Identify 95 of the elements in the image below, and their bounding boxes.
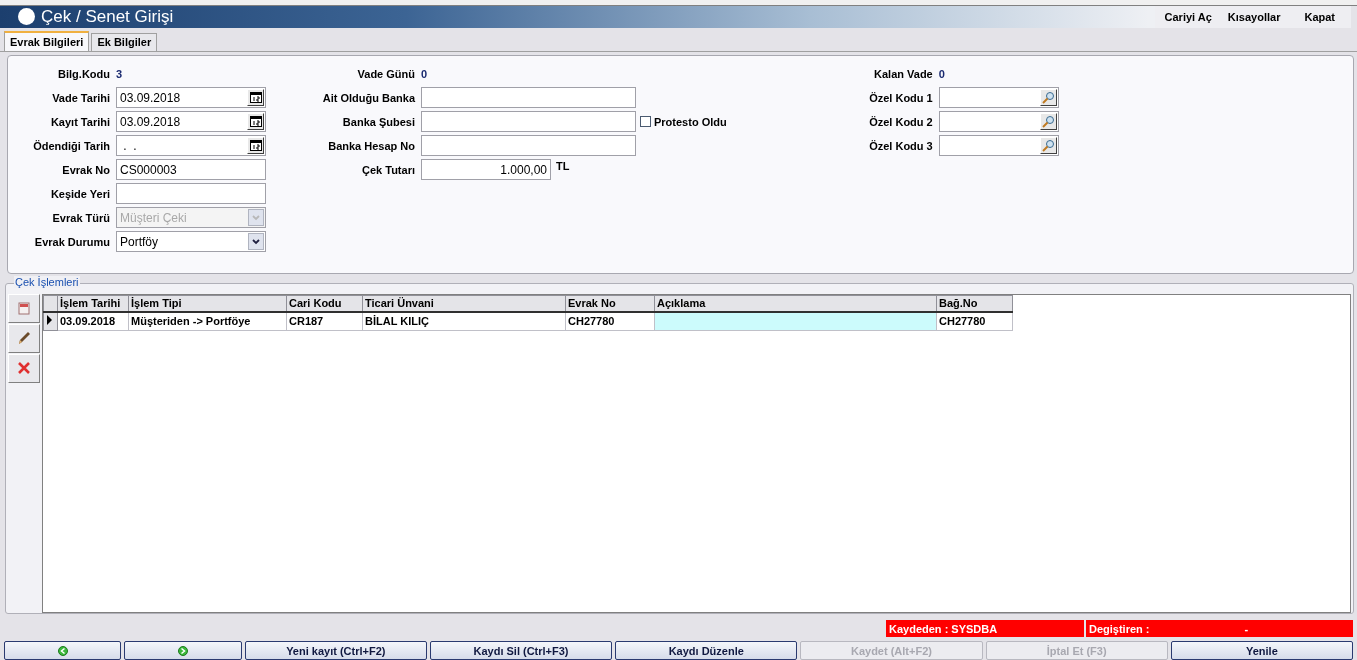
- table-cell: CH27780: [565, 311, 655, 331]
- status-label: Degiştiren :: [1089, 622, 1150, 635]
- chevron-down-icon: [251, 213, 261, 223]
- checkbox[interactable]: [640, 116, 651, 128]
- column-header[interactable]: İşlem Tipi: [128, 295, 287, 312]
- forward-button[interactable]: [124, 641, 242, 660]
- group-title: Çek İşlemleri: [14, 275, 80, 288]
- field-label: Ödendiği Tarih: [32, 140, 110, 152]
- lookup-field[interactable]: [938, 111, 1059, 133]
- date-field[interactable]: 03.09.2018: [116, 87, 266, 109]
- date-field[interactable]: 03.09.2018: [116, 111, 266, 133]
- field-text: . .: [122, 139, 137, 153]
- field-label: Evrak Durumu: [33, 236, 110, 248]
- lookup-button[interactable]: [1039, 89, 1057, 107]
- pencil-icon: [17, 331, 31, 346]
- field-text: 03.09.2018: [120, 91, 181, 105]
- field-value: 0: [421, 68, 428, 80]
- arrow-left-icon: [57, 645, 68, 656]
- column-header[interactable]: Ticari Ünvani: [362, 295, 566, 312]
- action-button[interactable]: Yenile: [1170, 641, 1353, 660]
- unit-label: TL: [556, 160, 570, 172]
- dropdown-button[interactable]: [248, 233, 264, 251]
- close-icon: [18, 362, 30, 375]
- calendar-icon: [249, 140, 262, 152]
- status-value: -: [1244, 622, 1249, 635]
- column-header[interactable]: Evrak No: [565, 295, 655, 312]
- delete-button[interactable]: [8, 353, 40, 383]
- search-icon: [1041, 139, 1055, 153]
- field-label: Banka Hesap No: [327, 140, 415, 152]
- input-field[interactable]: 1.000,00: [421, 159, 551, 181]
- window-title: Çek / Senet Girişi: [41, 7, 174, 27]
- calendar-icon: [249, 116, 262, 128]
- field-label: Özel Kodu 1: [868, 92, 933, 104]
- menu-item[interactable]: Cariyi Aç: [1158, 11, 1218, 23]
- field-label: Vade Günü: [356, 68, 415, 80]
- input-field[interactable]: [421, 135, 636, 157]
- column-header[interactable]: Bağ.No: [936, 295, 1013, 312]
- table-cell: CR187: [286, 311, 363, 331]
- edit-button[interactable]: [8, 323, 40, 353]
- arrow-right-icon: [178, 645, 188, 656]
- action-button[interactable]: Yeni kayıt (Ctrl+F2): [244, 641, 427, 660]
- lookup-field[interactable]: [938, 87, 1059, 109]
- tab[interactable]: Evrak Bilgileri: [4, 31, 90, 51]
- column-header[interactable]: Cari Kodu: [286, 295, 363, 312]
- field-label: Ait Olduğu Banka: [321, 92, 415, 104]
- lookup-field[interactable]: [938, 135, 1059, 157]
- checkbox-label: Protesto Oldu: [654, 116, 727, 128]
- input-field[interactable]: CS000003: [116, 159, 266, 181]
- status-field: Kaydeden : SYSDBA: [886, 620, 1084, 637]
- action-button[interactable]: Kaydı Düzenle: [615, 641, 798, 660]
- field-text: 03.09.2018: [120, 115, 181, 129]
- field-label: Özel Kodu 3: [868, 140, 933, 152]
- calendar-button[interactable]: [247, 89, 264, 107]
- field-value: 0: [938, 68, 945, 80]
- menu-item[interactable]: Kısayollar: [1221, 11, 1287, 23]
- header-cell: [43, 295, 58, 312]
- field-text: Portföy: [120, 235, 158, 249]
- document-icon: [18, 301, 30, 315]
- calendar-button[interactable]: [247, 113, 264, 131]
- dropdown[interactable]: Portföy: [116, 231, 266, 253]
- back-button[interactable]: [4, 641, 122, 660]
- table-cell: 03.09.2018: [57, 311, 129, 331]
- chevron-down-icon: [251, 237, 261, 247]
- column-header[interactable]: İşlem Tarihi: [57, 295, 129, 312]
- input-field[interactable]: [421, 87, 636, 109]
- lookup-button[interactable]: [1039, 137, 1057, 155]
- table-cell: CH27780: [936, 311, 1013, 331]
- field-label: Kayıt Tarihi: [49, 116, 110, 128]
- field-label: Evrak Türü: [51, 212, 110, 224]
- field-label: Banka Şubesi: [341, 116, 415, 128]
- field-label: Kalan Vade: [873, 68, 933, 80]
- circle-icon: [18, 8, 35, 26]
- field-label: Bilg.Kodu: [57, 68, 110, 80]
- field-label: Evrak No: [61, 164, 110, 176]
- new-record-button[interactable]: [8, 293, 40, 323]
- action-button[interactable]: Kaydı Sil (Ctrl+F3): [429, 641, 613, 660]
- field-label: Çek Tutarı: [361, 164, 415, 176]
- column-header[interactable]: Açıklama: [654, 295, 937, 312]
- date-field[interactable]: . .: [116, 135, 266, 157]
- search-icon: [1041, 115, 1055, 129]
- menu-item[interactable]: Kapat: [1298, 11, 1341, 23]
- table-cell: Müşteriden -> Portföye: [128, 311, 287, 331]
- calendar-button[interactable]: [247, 137, 264, 155]
- pointer-icon: [46, 314, 53, 327]
- search-icon: [1041, 91, 1055, 105]
- tab[interactable]: Ek Bilgiler: [91, 33, 158, 51]
- input-field[interactable]: [421, 111, 636, 133]
- field-label: Özel Kodu 2: [868, 116, 933, 128]
- field-value: 3: [116, 68, 123, 80]
- input-field[interactable]: [116, 183, 266, 205]
- lookup-button[interactable]: [1039, 113, 1057, 131]
- field-label: Vade Tarihi: [51, 92, 110, 104]
- calendar-icon: [249, 92, 262, 104]
- table-cell: BİLAL KILIÇ: [362, 311, 566, 331]
- field-label: Keşide Yeri: [49, 188, 110, 200]
